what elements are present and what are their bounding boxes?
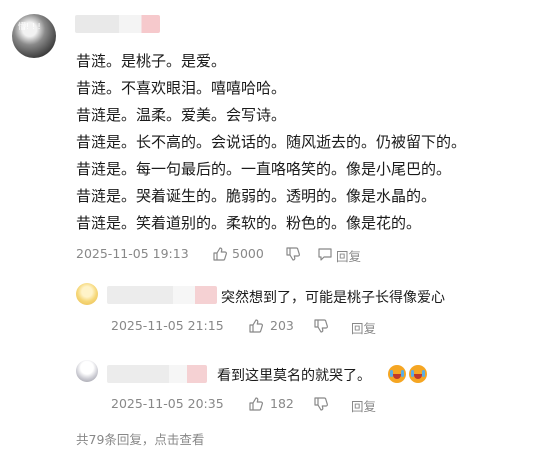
reply-avatar[interactable]	[76, 283, 98, 305]
reply-avatar[interactable]	[76, 360, 98, 382]
comment-line-3: 昔涟是。温柔。爱美。会写诗。	[76, 106, 287, 124]
like-icon[interactable]	[212, 246, 228, 262]
reply-text: 突然想到了，可能是桃子长得像爱心	[221, 290, 445, 306]
comment-line-5: 昔涟是。每一句最后的。一直咯咯笑的。像是小尾巴的。	[76, 160, 452, 178]
crying-emoji	[409, 365, 427, 383]
reply-button[interactable]: 回复	[351, 396, 376, 415]
comment-line-6: 昔涟是。哭着诞生的。脆弱的。透明的。像是水晶的。	[76, 187, 437, 205]
reply-time: 2025-11-05 21:15	[111, 318, 224, 333]
like-count: 182	[270, 396, 294, 411]
crying-emoji	[388, 365, 406, 383]
reply-button[interactable]: 回复	[351, 318, 376, 337]
comment-line-2: 昔涟。不喜欢眼泪。嘻嘻哈哈。	[76, 79, 287, 97]
view-all-replies-link[interactable]: 共79条回复，点击查看	[76, 429, 204, 448]
dislike-icon[interactable]	[313, 318, 329, 334]
dislike-icon[interactable]	[285, 246, 301, 262]
comment-line-7: 昔涟是。笑着道别的。柔软的。粉色的。像是花的。	[76, 214, 422, 232]
avatar-tag: 懵! ! !	[18, 22, 41, 31]
like-icon[interactable]	[248, 396, 264, 412]
avatar[interactable]: 懵! ! !	[12, 14, 56, 58]
reply-username-blurred[interactable]	[107, 365, 207, 383]
comment-line-4: 昔涟是。长不高的。会说话的。随风逝去的。仍被留下的。	[76, 133, 467, 151]
dislike-icon[interactable]	[313, 396, 329, 412]
username-blurred[interactable]	[75, 15, 160, 33]
comment-line-1: 昔涟。是桃子。是爱。	[76, 52, 227, 70]
reply-text: 看到这里莫名的就哭了。	[217, 368, 371, 384]
like-count: 5000	[232, 246, 264, 261]
like-icon[interactable]	[248, 318, 264, 334]
reply-username-blurred[interactable]	[107, 286, 217, 304]
reply-button[interactable]: 回复	[336, 246, 361, 265]
like-count: 203	[270, 318, 294, 333]
reply-icon[interactable]	[317, 246, 333, 262]
comment-time: 2025-11-05 19:13	[76, 246, 189, 261]
reply-time: 2025-11-05 20:35	[111, 396, 224, 411]
